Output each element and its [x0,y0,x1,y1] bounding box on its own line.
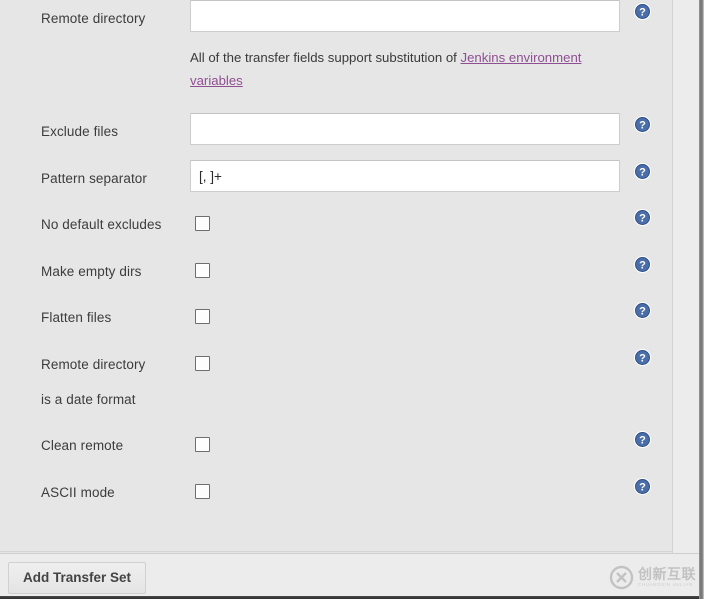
make-empty-dirs-checkbox[interactable] [195,263,210,278]
help-icon-ascii-mode[interactable]: ? [634,478,651,495]
label-pattern-separator: Pattern separator [41,171,148,186]
label-remote-directory: Remote directory [41,11,146,26]
label-make-empty-dirs: Make empty dirs [41,264,142,279]
add-transfer-set-button[interactable]: Add Transfer Set [8,562,147,594]
no-default-excludes-checkbox[interactable] [195,216,210,231]
transfer-note-prefix: All of the transfer fields support subst… [190,50,461,65]
transfer-fields-note: All of the transfer fields support subst… [190,46,590,92]
label-ascii-mode: ASCII mode [41,485,115,500]
help-icon-flatten-files[interactable]: ? [634,302,651,319]
svg-text:?: ? [639,435,646,447]
svg-text:?: ? [639,7,646,19]
svg-text:?: ? [639,306,646,318]
window-right-edge [699,0,704,599]
bottom-divider [0,551,672,552]
help-icon-no-default-excludes[interactable]: ? [634,209,651,226]
help-icon-exclude-files[interactable]: ? [634,116,651,133]
remote-directory-input[interactable] [190,0,620,32]
help-icon-clean-remote[interactable]: ? [634,431,651,448]
label-clean-remote: Clean remote [41,438,124,453]
ascii-mode-checkbox[interactable] [195,484,210,499]
pattern-separator-input[interactable] [190,160,620,192]
transfer-set-form-panel: Remote directory ? All of the transfer f… [0,0,672,553]
label-remote-directory-is-date-format: Remote directory is a date format [41,355,186,409]
svg-text:?: ? [639,260,646,272]
label-line-1: Remote directory [41,357,146,372]
label-flatten-files: Flatten files [41,310,112,325]
clean-remote-checkbox[interactable] [195,437,210,452]
remote-directory-is-date-format-checkbox[interactable] [195,356,210,371]
help-icon-remote-directory[interactable]: ? [634,3,651,20]
svg-text:?: ? [639,213,646,225]
label-exclude-files: Exclude files [41,124,119,139]
label-line-2: is a date format [41,392,136,407]
exclude-files-input[interactable] [190,113,620,145]
svg-text:?: ? [639,482,646,494]
help-icon-pattern-separator[interactable]: ? [634,163,651,180]
help-icon-make-empty-dirs[interactable]: ? [634,256,651,273]
label-no-default-excludes: No default excludes [41,217,162,232]
svg-text:?: ? [639,120,646,132]
flatten-files-checkbox[interactable] [195,309,210,324]
svg-text:?: ? [639,353,646,365]
svg-text:?: ? [639,167,646,179]
help-icon-remote-directory-is-date-format[interactable]: ? [634,349,651,366]
